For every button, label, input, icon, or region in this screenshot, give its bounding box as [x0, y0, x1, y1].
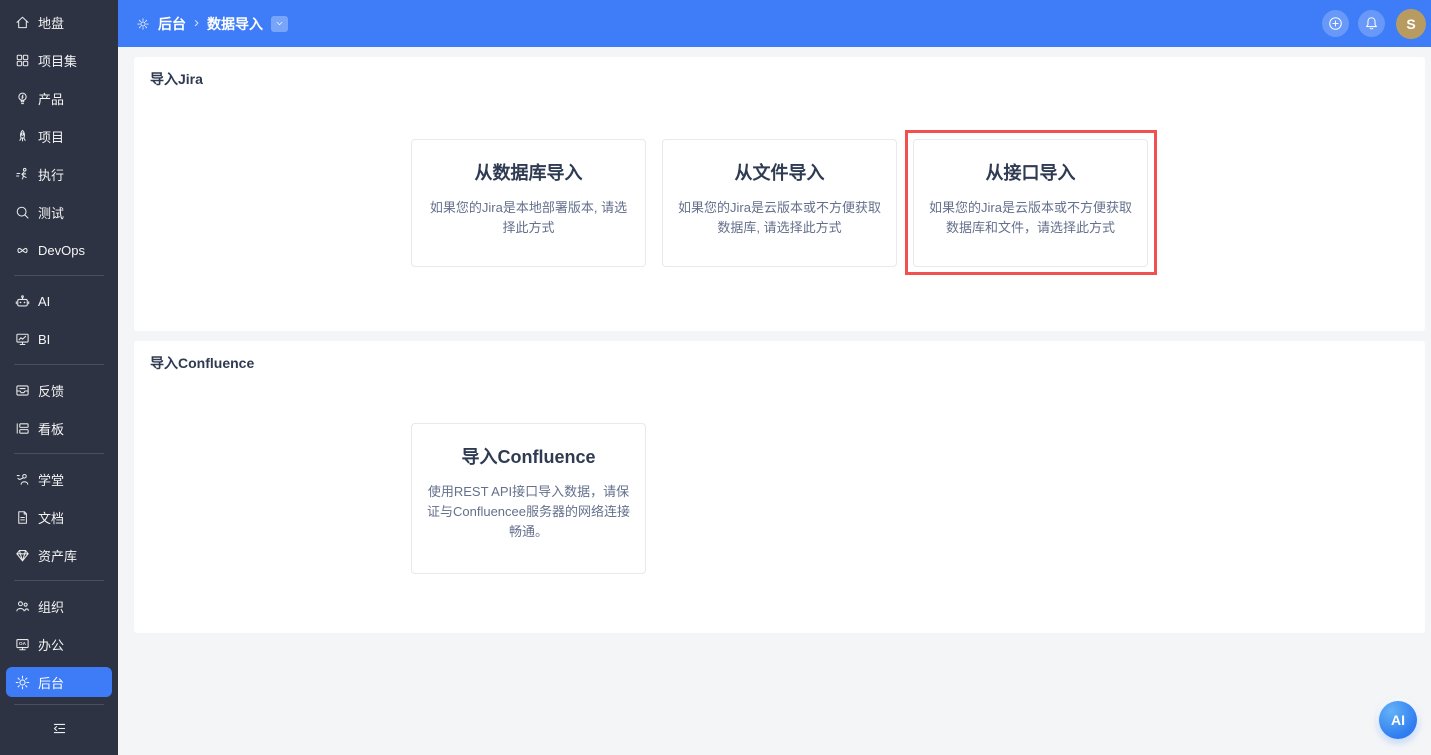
import-from-file-card[interactable]: 从文件导入 如果您的Jira是云版本或不方便获取数据库, 请选择此方式 — [662, 139, 897, 267]
kanban-icon — [14, 420, 31, 437]
home-icon — [14, 14, 31, 31]
confluence-cards-row: 导入Confluence 使用REST API接口导入数据，请保证与Conflu… — [411, 423, 1148, 574]
sidebar-item-label: 产品 — [38, 89, 64, 108]
breadcrumb-dropdown-button[interactable] — [271, 16, 288, 32]
sidebar-item-product[interactable]: 产品 — [6, 83, 112, 113]
main-content: 导入Jira 从数据库导入 如果您的Jira是本地部署版本, 请选择此方式 从文… — [118, 47, 1431, 755]
sidebar-item-bi[interactable]: BI — [6, 324, 112, 354]
people-icon — [14, 598, 31, 615]
diamond-icon — [14, 547, 31, 564]
sidebar-item-label: 项目集 — [38, 51, 77, 70]
sidebar-item-label: 执行 — [38, 165, 64, 184]
topbar-actions: S — [1322, 9, 1426, 39]
chevron-right-icon: › — [194, 14, 199, 31]
section-title-jira: 导入Jira — [134, 57, 1425, 87]
teacher-icon — [14, 471, 31, 488]
create-button[interactable] — [1322, 10, 1349, 37]
sidebar-item-label: 文档 — [38, 508, 64, 527]
robot-icon — [14, 293, 31, 310]
document-icon — [14, 509, 31, 526]
magnifier-icon — [14, 204, 31, 221]
sidebar-item-kanban[interactable]: 看板 — [6, 413, 112, 443]
sidebar-item-org[interactable]: 组织 — [6, 591, 112, 621]
sidebar-item-devops[interactable]: DevOps — [6, 235, 112, 265]
app-root: 地盘项目集产品项目执行测试 DevOps AI BI 反馈看板学堂文档资产库组织 OA 办公… — [0, 0, 1431, 755]
sidebar-item-label: 学堂 — [38, 470, 64, 489]
breadcrumb-item-admin[interactable]: 后台 — [158, 14, 186, 34]
sidebar-item-school[interactable]: 学堂 — [6, 464, 112, 494]
sidebar-item-project[interactable]: 项目 — [6, 121, 112, 151]
sidebar-item-label: AI — [38, 294, 50, 309]
chevron-down-icon — [274, 18, 285, 29]
sidebar-item-label: 看板 — [38, 419, 64, 438]
card-description: 如果您的Jira是本地部署版本, 请选择此方式 — [427, 198, 630, 238]
sidebar-item-assets[interactable]: 资产库 — [6, 540, 112, 570]
avatar[interactable]: S — [1396, 9, 1426, 39]
inbox-icon — [14, 382, 31, 399]
gear-icon — [14, 674, 31, 691]
jira-cards-row: 从数据库导入 如果您的Jira是本地部署版本, 请选择此方式 从文件导入 如果您… — [411, 139, 1148, 267]
sidebar-item-ai[interactable]: AI — [6, 286, 112, 316]
sidebar-divider — [14, 704, 104, 705]
rocket-icon — [14, 128, 31, 145]
sidebar-item-label: 组织 — [38, 597, 64, 616]
section-title-confluence: 导入Confluence — [134, 341, 1425, 371]
topbar: 后台 › 数据导入 S — [118, 0, 1431, 47]
sidebar-item-home[interactable]: 地盘 — [6, 7, 112, 37]
card-title: 从接口导入 — [929, 160, 1132, 186]
sidebar-item-project-sets[interactable]: 项目集 — [6, 45, 112, 75]
sidebar-item-office[interactable]: OA 办公 — [6, 629, 112, 659]
card-description: 如果您的Jira是云版本或不方便获取数据库, 请选择此方式 — [678, 198, 881, 238]
grid-icon — [14, 52, 31, 69]
svg-text:OA: OA — [19, 641, 27, 646]
chart-board-icon — [14, 331, 31, 348]
card-description: 如果您的Jira是云版本或不方便获取数据库和文件，请选择此方式 — [929, 198, 1132, 238]
sidebar-item-docs[interactable]: 文档 — [6, 502, 112, 532]
card-title: 从数据库导入 — [427, 160, 630, 186]
office-monitor-icon: OA — [14, 636, 31, 653]
breadcrumb: 后台 › 数据导入 — [136, 14, 288, 34]
confluence-import-section: 导入Confluence 导入Confluence 使用REST API接口导入… — [134, 341, 1425, 633]
sidebar-item-admin[interactable]: 后台 — [6, 667, 112, 697]
import-confluence-card[interactable]: 导入Confluence 使用REST API接口导入数据，请保证与Conflu… — [411, 423, 646, 574]
import-from-database-card[interactable]: 从数据库导入 如果您的Jira是本地部署版本, 请选择此方式 — [411, 139, 646, 267]
card-title: 从文件导入 — [678, 160, 881, 186]
sidebar-item-label: 项目 — [38, 127, 64, 146]
sidebar-item-sprint[interactable]: 执行 — [6, 159, 112, 189]
sidebar-divider — [14, 364, 104, 365]
bell-icon — [1363, 15, 1380, 32]
sidebar-item-label: 后台 — [38, 673, 64, 692]
sidebar-item-label: 办公 — [38, 635, 64, 654]
plus-circle-icon — [1327, 15, 1344, 32]
card-description: 使用REST API接口导入数据，请保证与Confluencee服务器的网络连接… — [427, 482, 630, 542]
infinity-icon — [14, 242, 31, 259]
import-from-api-card[interactable]: 从接口导入 如果您的Jira是云版本或不方便获取数据库和文件，请选择此方式 — [913, 139, 1148, 267]
sidebar-item-label: BI — [38, 332, 50, 347]
collapse-menu-icon — [51, 720, 68, 740]
sidebar: 地盘项目集产品项目执行测试 DevOps AI BI 反馈看板学堂文档资产库组织 OA 办公… — [0, 0, 118, 755]
gear-icon — [136, 17, 150, 31]
sidebar-divider — [14, 580, 104, 581]
sidebar-item-label: 地盘 — [38, 13, 64, 32]
sidebar-item-feedback[interactable]: 反馈 — [6, 375, 112, 405]
sidebar-divider — [14, 275, 104, 276]
breadcrumb-item-data-import[interactable]: 数据导入 — [207, 14, 263, 34]
bulb-icon — [14, 90, 31, 107]
card-title: 导入Confluence — [427, 444, 630, 470]
collapse-sidebar-button[interactable] — [0, 711, 118, 749]
ai-assistant-button[interactable]: AI — [1379, 701, 1417, 739]
sidebar-item-test[interactable]: 测试 — [6, 197, 112, 227]
sidebar-item-label: DevOps — [38, 243, 85, 258]
runner-icon — [14, 166, 31, 183]
sidebar-nav: 地盘项目集产品项目执行测试 DevOps AI BI 反馈看板学堂文档资产库组织 OA 办公… — [0, 0, 118, 701]
jira-import-section: 导入Jira 从数据库导入 如果您的Jira是本地部署版本, 请选择此方式 从文… — [134, 57, 1425, 331]
sidebar-item-label: 测试 — [38, 203, 64, 222]
sidebar-divider — [14, 453, 104, 454]
notifications-button[interactable] — [1358, 10, 1385, 37]
sidebar-footer — [0, 698, 118, 749]
sidebar-item-label: 反馈 — [38, 381, 64, 400]
sidebar-item-label: 资产库 — [38, 546, 77, 565]
